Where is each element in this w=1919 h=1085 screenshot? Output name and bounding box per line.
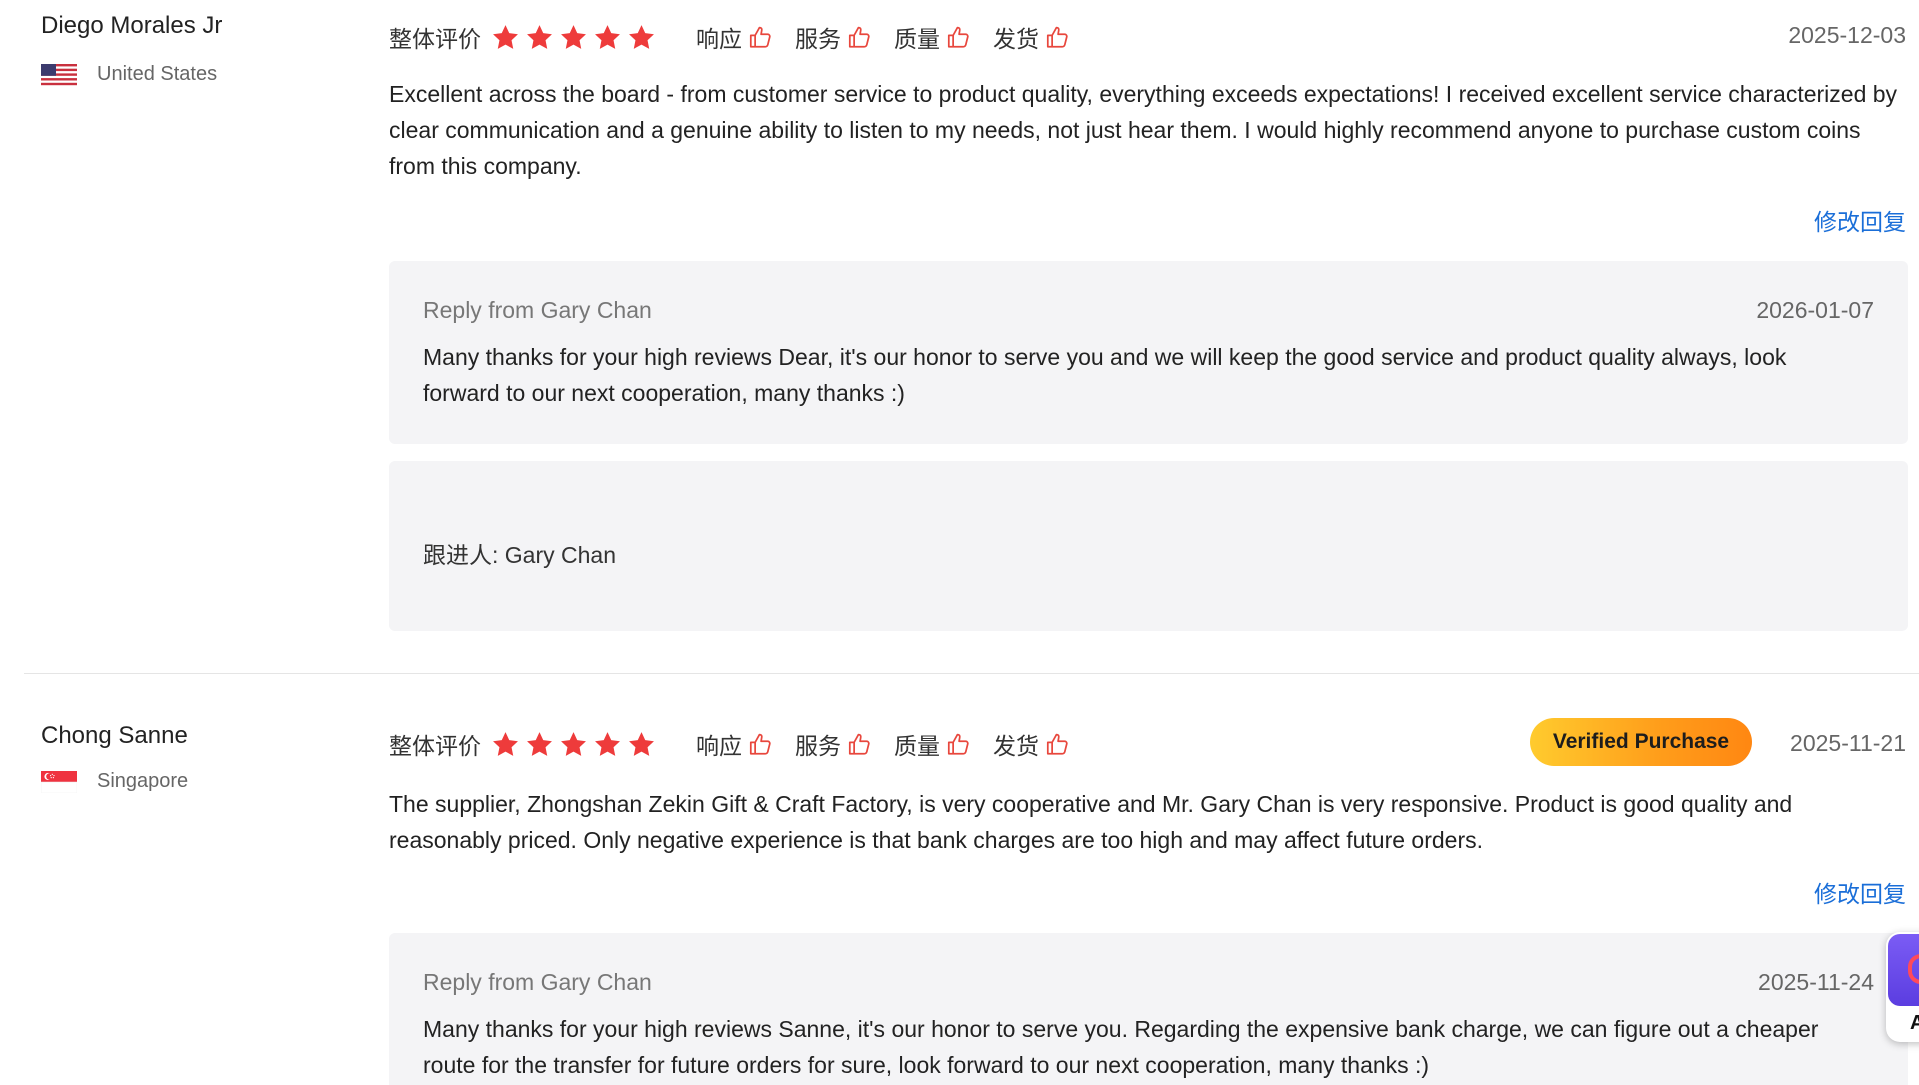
- star-icon: [593, 23, 622, 52]
- reviewer-name: Diego Morales Jr: [41, 12, 223, 39]
- assistant-icon: [1888, 934, 1919, 1006]
- follow-up-person: 跟进人: Gary Chan: [423, 542, 616, 568]
- rating-bar: 整体评价 响应 服务 质量 发货: [389, 727, 1092, 761]
- response-rating: 响应: [696, 20, 773, 54]
- review-divider: [24, 673, 1919, 674]
- sg-flag-icon: [41, 770, 77, 793]
- shipping-label: 发货: [993, 26, 1039, 52]
- quality-label: 质量: [894, 733, 940, 759]
- follow-up-box: 跟进人: Gary Chan: [389, 461, 1908, 631]
- overall-rating-label: 整体评价: [389, 733, 481, 759]
- star-icon: [559, 730, 588, 759]
- rating-bar: 整体评价 响应 服务 质量 发货: [389, 20, 1092, 54]
- star-rating: [491, 23, 656, 52]
- star-icon: [525, 730, 554, 759]
- country-label: Singapore: [97, 770, 189, 792]
- reply-author: Reply from Gary Chan: [423, 297, 652, 323]
- response-label: 响应: [696, 26, 742, 52]
- service-label: 服务: [795, 26, 841, 52]
- shipping-rating: 发货: [993, 20, 1070, 54]
- reviewer-name: Chong Sanne: [41, 722, 188, 749]
- shipping-label: 发货: [993, 733, 1039, 759]
- reviewer-country: Singapore: [41, 770, 188, 793]
- assistant-widget[interactable]: A: [1886, 932, 1919, 1042]
- edit-reply-link[interactable]: 修改回复: [1814, 875, 1906, 909]
- thumbs-up-icon: [846, 24, 872, 50]
- star-icon: [593, 730, 622, 759]
- review-text: Excellent across the board - from custom…: [389, 81, 1898, 179]
- star-icon: [627, 730, 656, 759]
- seller-reply: Reply from Gary Chan 2025-11-24 Many tha…: [389, 933, 1908, 1085]
- verified-purchase-badge: Verified Purchase: [1530, 718, 1752, 766]
- reviewer-country: United States: [41, 63, 217, 86]
- star-rating: [491, 730, 656, 759]
- response-label: 响应: [696, 733, 742, 759]
- thumbs-up-icon: [1044, 731, 1070, 757]
- service-rating: 服务: [795, 727, 872, 761]
- star-icon: [491, 23, 520, 52]
- response-rating: 响应: [696, 727, 773, 761]
- review-date: 2025-11-21: [1790, 730, 1906, 756]
- review-text: The supplier, Zhongshan Zekin Gift & Cra…: [389, 791, 1793, 853]
- thumbs-up-icon: [846, 731, 872, 757]
- reply-text: Many thanks for your high reviews Sanne,…: [423, 1016, 1819, 1078]
- reply-text: Many thanks for your high reviews Dear, …: [423, 344, 1787, 406]
- overall-rating-label: 整体评价: [389, 26, 481, 52]
- star-icon: [525, 23, 554, 52]
- star-icon: [491, 730, 520, 759]
- reviews-page: Diego Morales Jr United States 整体评价 响应 服…: [0, 0, 1919, 1085]
- reply-author: Reply from Gary Chan: [423, 969, 652, 995]
- quality-rating: 质量: [894, 20, 971, 54]
- shipping-rating: 发货: [993, 727, 1070, 761]
- us-flag-icon: [41, 63, 77, 86]
- seller-reply: Reply from Gary Chan 2026-01-07 Many tha…: [389, 261, 1908, 444]
- quality-label: 质量: [894, 26, 940, 52]
- quality-rating: 质量: [894, 727, 971, 761]
- star-icon: [559, 23, 588, 52]
- service-rating: 服务: [795, 20, 872, 54]
- reply-date: 2026-01-07: [1756, 297, 1874, 323]
- star-icon: [627, 23, 656, 52]
- thumbs-up-icon: [945, 24, 971, 50]
- country-label: United States: [97, 63, 218, 85]
- thumbs-up-icon: [747, 731, 773, 757]
- edit-reply-link[interactable]: 修改回复: [1814, 203, 1906, 237]
- service-label: 服务: [795, 733, 841, 759]
- assistant-label: A: [1910, 1012, 1919, 1034]
- thumbs-up-icon: [1044, 24, 1070, 50]
- thumbs-up-icon: [747, 24, 773, 50]
- reply-date: 2025-11-24: [1758, 969, 1874, 995]
- review-date: 2025-12-03: [1788, 22, 1906, 48]
- thumbs-up-icon: [945, 731, 971, 757]
